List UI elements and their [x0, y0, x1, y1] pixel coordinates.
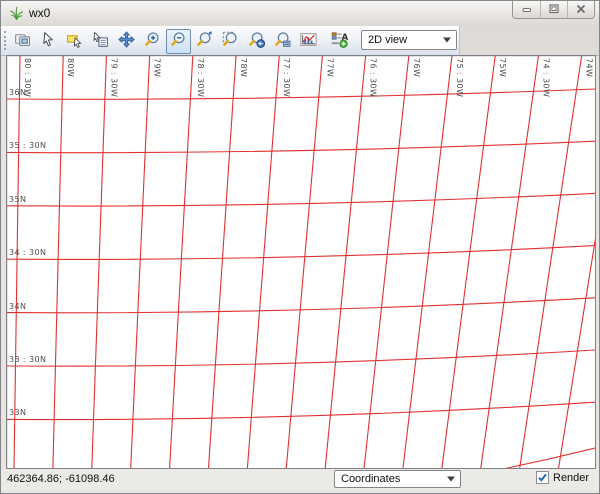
pan-icon — [118, 31, 135, 51]
close-button[interactable] — [567, 1, 594, 18]
maximize-button[interactable] — [540, 1, 567, 18]
meridian-line — [286, 56, 322, 468]
meridian-line — [14, 56, 20, 468]
statusbar: 462364.86; -61098.46 Coordinates Render — [1, 469, 599, 490]
render-label: Render — [553, 472, 589, 484]
window-controls — [512, 1, 595, 19]
chevron-down-icon — [443, 38, 451, 43]
zoom-in-button[interactable] — [140, 29, 165, 54]
parallel-label: 33 : 30N — [9, 355, 46, 364]
pointer-button[interactable] — [36, 29, 61, 54]
zoom-back-icon — [248, 31, 265, 51]
meridian-label: 74W — [585, 58, 594, 77]
meridian-label: 79W — [153, 58, 162, 77]
meridian-label: 78W — [239, 58, 248, 77]
view-mode-dropdown[interactable]: 2D view — [361, 30, 457, 50]
coordinate-readout: 462364.86; -61098.46 — [7, 473, 115, 485]
meridian-line — [442, 56, 495, 468]
rerender-icon — [14, 31, 31, 51]
toolbar-filler-panel — [459, 26, 599, 56]
meridian-label: 75 : 30W — [455, 58, 464, 97]
select-features-button[interactable] — [62, 29, 87, 54]
map-display-window: wx0 A 2D view 80 : 30W80W79 : 30W79W78 :… — [0, 0, 600, 494]
minimize-icon — [522, 2, 532, 17]
meridian-line — [209, 56, 237, 468]
parallel-label: 36N — [9, 88, 26, 97]
parallel-line — [7, 448, 595, 468]
window-bottom-frame — [1, 490, 599, 494]
check-icon — [537, 472, 548, 483]
parallel-line — [7, 246, 595, 260]
rerender-display-button[interactable] — [10, 29, 35, 54]
query-icon — [92, 31, 109, 51]
parallel-line — [7, 193, 595, 206]
previous-zoom-button[interactable] — [244, 29, 269, 54]
analyze-map-button[interactable] — [296, 29, 321, 54]
parallel-line — [7, 141, 595, 152]
toolbar-grip[interactable] — [4, 31, 8, 50]
parallel-line — [7, 89, 595, 99]
map-canvas[interactable]: 80 : 30W80W79 : 30W79W78 : 30W78W77 : 30… — [6, 55, 596, 469]
meridian-label: 74 : 30W — [541, 58, 550, 97]
meridian-label: 78 : 30W — [196, 58, 205, 97]
zoom-menu-icon — [274, 31, 291, 51]
pan-button[interactable] — [114, 29, 139, 54]
statusbar-mode-value: Coordinates — [341, 473, 400, 485]
select-icon — [66, 31, 83, 51]
meridian-line — [364, 56, 409, 468]
zoom-to-map-extent-button[interactable] — [192, 29, 217, 54]
titlebar[interactable]: wx0 — [1, 1, 599, 26]
meridian-line — [170, 56, 193, 468]
analyze-icon — [300, 31, 317, 51]
minimize-button[interactable] — [513, 1, 540, 18]
zoom-in-icon — [144, 31, 161, 51]
parallel-label: 35N — [9, 195, 26, 204]
meridian-line — [403, 56, 452, 468]
query-button[interactable] — [88, 29, 113, 54]
pointer-icon — [40, 31, 57, 51]
close-icon — [576, 2, 586, 17]
maximize-icon — [549, 2, 559, 17]
overlay-icon: A — [331, 31, 348, 51]
window-title: wx0 — [29, 6, 50, 20]
parallel-label: 35 : 30N — [9, 141, 46, 150]
grass-app-icon — [8, 5, 25, 22]
parallel-label: 34N — [9, 302, 26, 311]
toolbar-buttons: A — [10, 28, 384, 54]
meridian-label: 79 : 30W — [109, 58, 118, 97]
meridian-line — [131, 56, 150, 468]
zoom-out-icon — [170, 31, 187, 51]
parallel-label: 33N — [9, 408, 26, 417]
zoom-extent-icon — [196, 31, 213, 51]
view-mode-value: 2D view — [368, 34, 407, 46]
add-map-elements-button[interactable]: A — [327, 29, 352, 54]
parallel-label: 34 : 30N — [9, 248, 46, 257]
statusbar-mode-dropdown[interactable]: Coordinates — [334, 470, 461, 488]
parallel-line — [7, 402, 595, 419]
render-checkbox[interactable] — [536, 471, 549, 484]
chevron-down-icon — [447, 477, 455, 482]
meridian-line — [559, 56, 595, 468]
meridian-label: 77W — [325, 58, 334, 77]
map-toolbar: A 2D view — [1, 26, 459, 56]
meridian-line — [92, 56, 107, 468]
meridian-line — [325, 56, 365, 468]
graticule-grid — [7, 56, 595, 468]
meridian-label: 77 : 30W — [282, 58, 291, 97]
render-control: Render — [536, 471, 589, 484]
meridian-label: 75W — [498, 58, 507, 77]
meridian-line — [53, 56, 63, 468]
meridian-label: 80W — [66, 58, 75, 77]
zoom-region-icon — [222, 31, 239, 51]
zoom-out-button[interactable] — [166, 29, 191, 54]
meridian-line — [247, 56, 279, 468]
zoom-to-region-button[interactable] — [218, 29, 243, 54]
meridian-label: 76W — [412, 58, 421, 77]
meridian-label: 76 : 30W — [369, 58, 378, 97]
zoom-options-button[interactable] — [270, 29, 295, 54]
